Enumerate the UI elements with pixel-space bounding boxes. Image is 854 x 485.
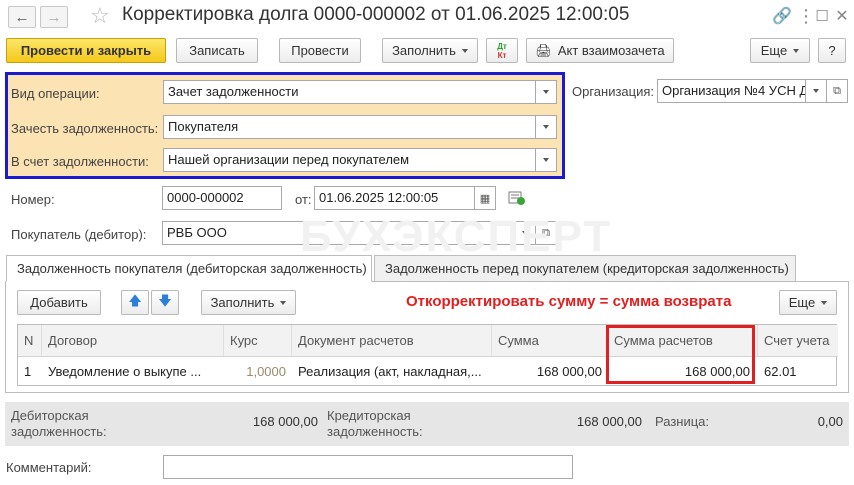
offset-label: Зачесть задолженность: [11, 121, 159, 136]
cell-n: 1 [24, 364, 32, 379]
date-input[interactable]: 01.06.2025 12:00:05 ▦ [314, 186, 496, 210]
debit-label: Дебиторская задолженность: [11, 408, 107, 439]
open-icon: ⧉ [833, 84, 841, 97]
cell-account[interactable]: 62.01 [758, 358, 838, 386]
debit-value: 168 000,00 [252, 414, 318, 429]
maximize-icon[interactable]: ☐ [812, 6, 832, 26]
number-input[interactable]: 0000-000002 [162, 186, 282, 210]
arrow-down-icon: 🡇 [158, 292, 172, 308]
calendar-icon: ▦ [479, 192, 491, 205]
close-icon[interactable]: ✕ [832, 6, 852, 26]
save-button[interactable]: Записать [176, 38, 258, 63]
col-header-account[interactable]: Счет учета [758, 325, 838, 357]
col-header-amount[interactable]: Сумма [492, 325, 608, 357]
date-from-label: от: [295, 192, 312, 207]
document-status-icon[interactable] [508, 190, 526, 206]
move-up-button[interactable]: 🡅 [121, 290, 149, 315]
forward-button[interactable]: → [40, 6, 68, 28]
cell-amount[interactable]: 168 000,00 [492, 358, 608, 386]
org-select[interactable]: Организация №4 УСН Д [657, 79, 827, 103]
chevron-down-icon [461, 48, 468, 53]
chevron-down-icon [543, 125, 549, 129]
dropdown-button[interactable] [805, 80, 826, 102]
operation-label: Вид операции: [11, 86, 100, 101]
dropdown-button[interactable] [535, 116, 556, 138]
add-row-button[interactable]: Добавить [17, 290, 101, 315]
totals-bar: Дебиторская задолженность: 168 000,00 Кр… [5, 402, 849, 446]
arrow-up-icon: 🡅 [128, 292, 142, 308]
table-more-button[interactable]: Еще [779, 290, 837, 315]
dropdown-button[interactable] [535, 149, 556, 171]
against-label: В счет задолженности: [11, 154, 149, 169]
help-button[interactable]: ? [818, 38, 846, 63]
annotation-text: Откорректировать сумму = сумма возврата [406, 293, 732, 310]
chevron-down-icon [793, 48, 800, 53]
diff-label: Разница: [655, 414, 710, 429]
col-header-n[interactable]: N [18, 325, 42, 357]
against-select[interactable]: Нашей организации перед покупателем [163, 148, 557, 172]
credit-label: Кредиторская задолженность: [327, 408, 423, 439]
comment-label: Комментарий: [6, 460, 92, 475]
post-button[interactable]: Провести [279, 38, 361, 63]
highlight-box [606, 325, 755, 384]
dt-kt-button[interactable]: Дт Кт [486, 38, 518, 63]
chevron-down-icon [821, 300, 828, 305]
col-header-document[interactable]: Документ расчетов [292, 325, 492, 357]
move-down-button[interactable]: 🡇 [151, 290, 179, 315]
table-fill-button[interactable]: Заполнить [201, 290, 296, 315]
diff-value: 0,00 [817, 414, 843, 429]
col-header-rate[interactable]: Курс [224, 325, 292, 357]
chevron-down-icon [813, 89, 819, 93]
col-header-contract[interactable]: Договор [42, 325, 224, 357]
comment-input[interactable] [163, 455, 573, 479]
calendar-button[interactable]: ▦ [474, 187, 495, 209]
tab-debtor[interactable]: Задолженность покупателя (дебиторская за… [6, 255, 372, 282]
arrow-right-icon: → [46, 8, 62, 26]
link-icon[interactable]: 🔗 [772, 6, 792, 26]
cell-rate[interactable]: 1,0000 [224, 358, 292, 386]
fill-dropdown-button[interactable]: Заполнить [382, 38, 478, 63]
cell-contract[interactable]: Уведомление о выкупе ... [42, 358, 224, 386]
dropdown-button[interactable] [535, 81, 556, 103]
tab-creditor[interactable]: Задолженность перед покупателем (кредито… [374, 255, 796, 282]
operation-group: Вид операции: Зачет задолженности Зачест… [5, 72, 565, 179]
chevron-down-icon [543, 158, 549, 162]
back-button[interactable]: ← [8, 6, 36, 28]
chevron-down-icon [543, 90, 549, 94]
credit-value: 168 000,00 [576, 414, 642, 429]
chevron-down-icon [280, 300, 287, 305]
arrow-left-icon: ← [14, 8, 30, 26]
org-label: Организация: [572, 84, 655, 99]
buyer-label: Покупатель (дебитор): [11, 227, 147, 242]
operation-select[interactable]: Зачет задолженности [163, 80, 557, 104]
page-title: Корректировка долга 0000-000002 от 01.06… [122, 4, 630, 25]
favorite-star-icon[interactable]: ☆ [90, 3, 110, 29]
post-and-close-button[interactable]: Провести и закрыть [6, 38, 166, 63]
offset-select[interactable]: Покупателя [163, 115, 557, 139]
open-org-button[interactable]: ⧉ [826, 79, 848, 103]
number-label: Номер: [11, 192, 55, 207]
printer-icon: 🖨 [535, 42, 552, 58]
offset-act-button[interactable]: 🖨 Акт взаимозачета [526, 38, 674, 63]
dt-kt-icon: Дт Кт [497, 41, 507, 60]
cell-document[interactable]: Реализация (акт, накладная,... [292, 358, 492, 386]
more-button[interactable]: Еще [750, 38, 810, 63]
